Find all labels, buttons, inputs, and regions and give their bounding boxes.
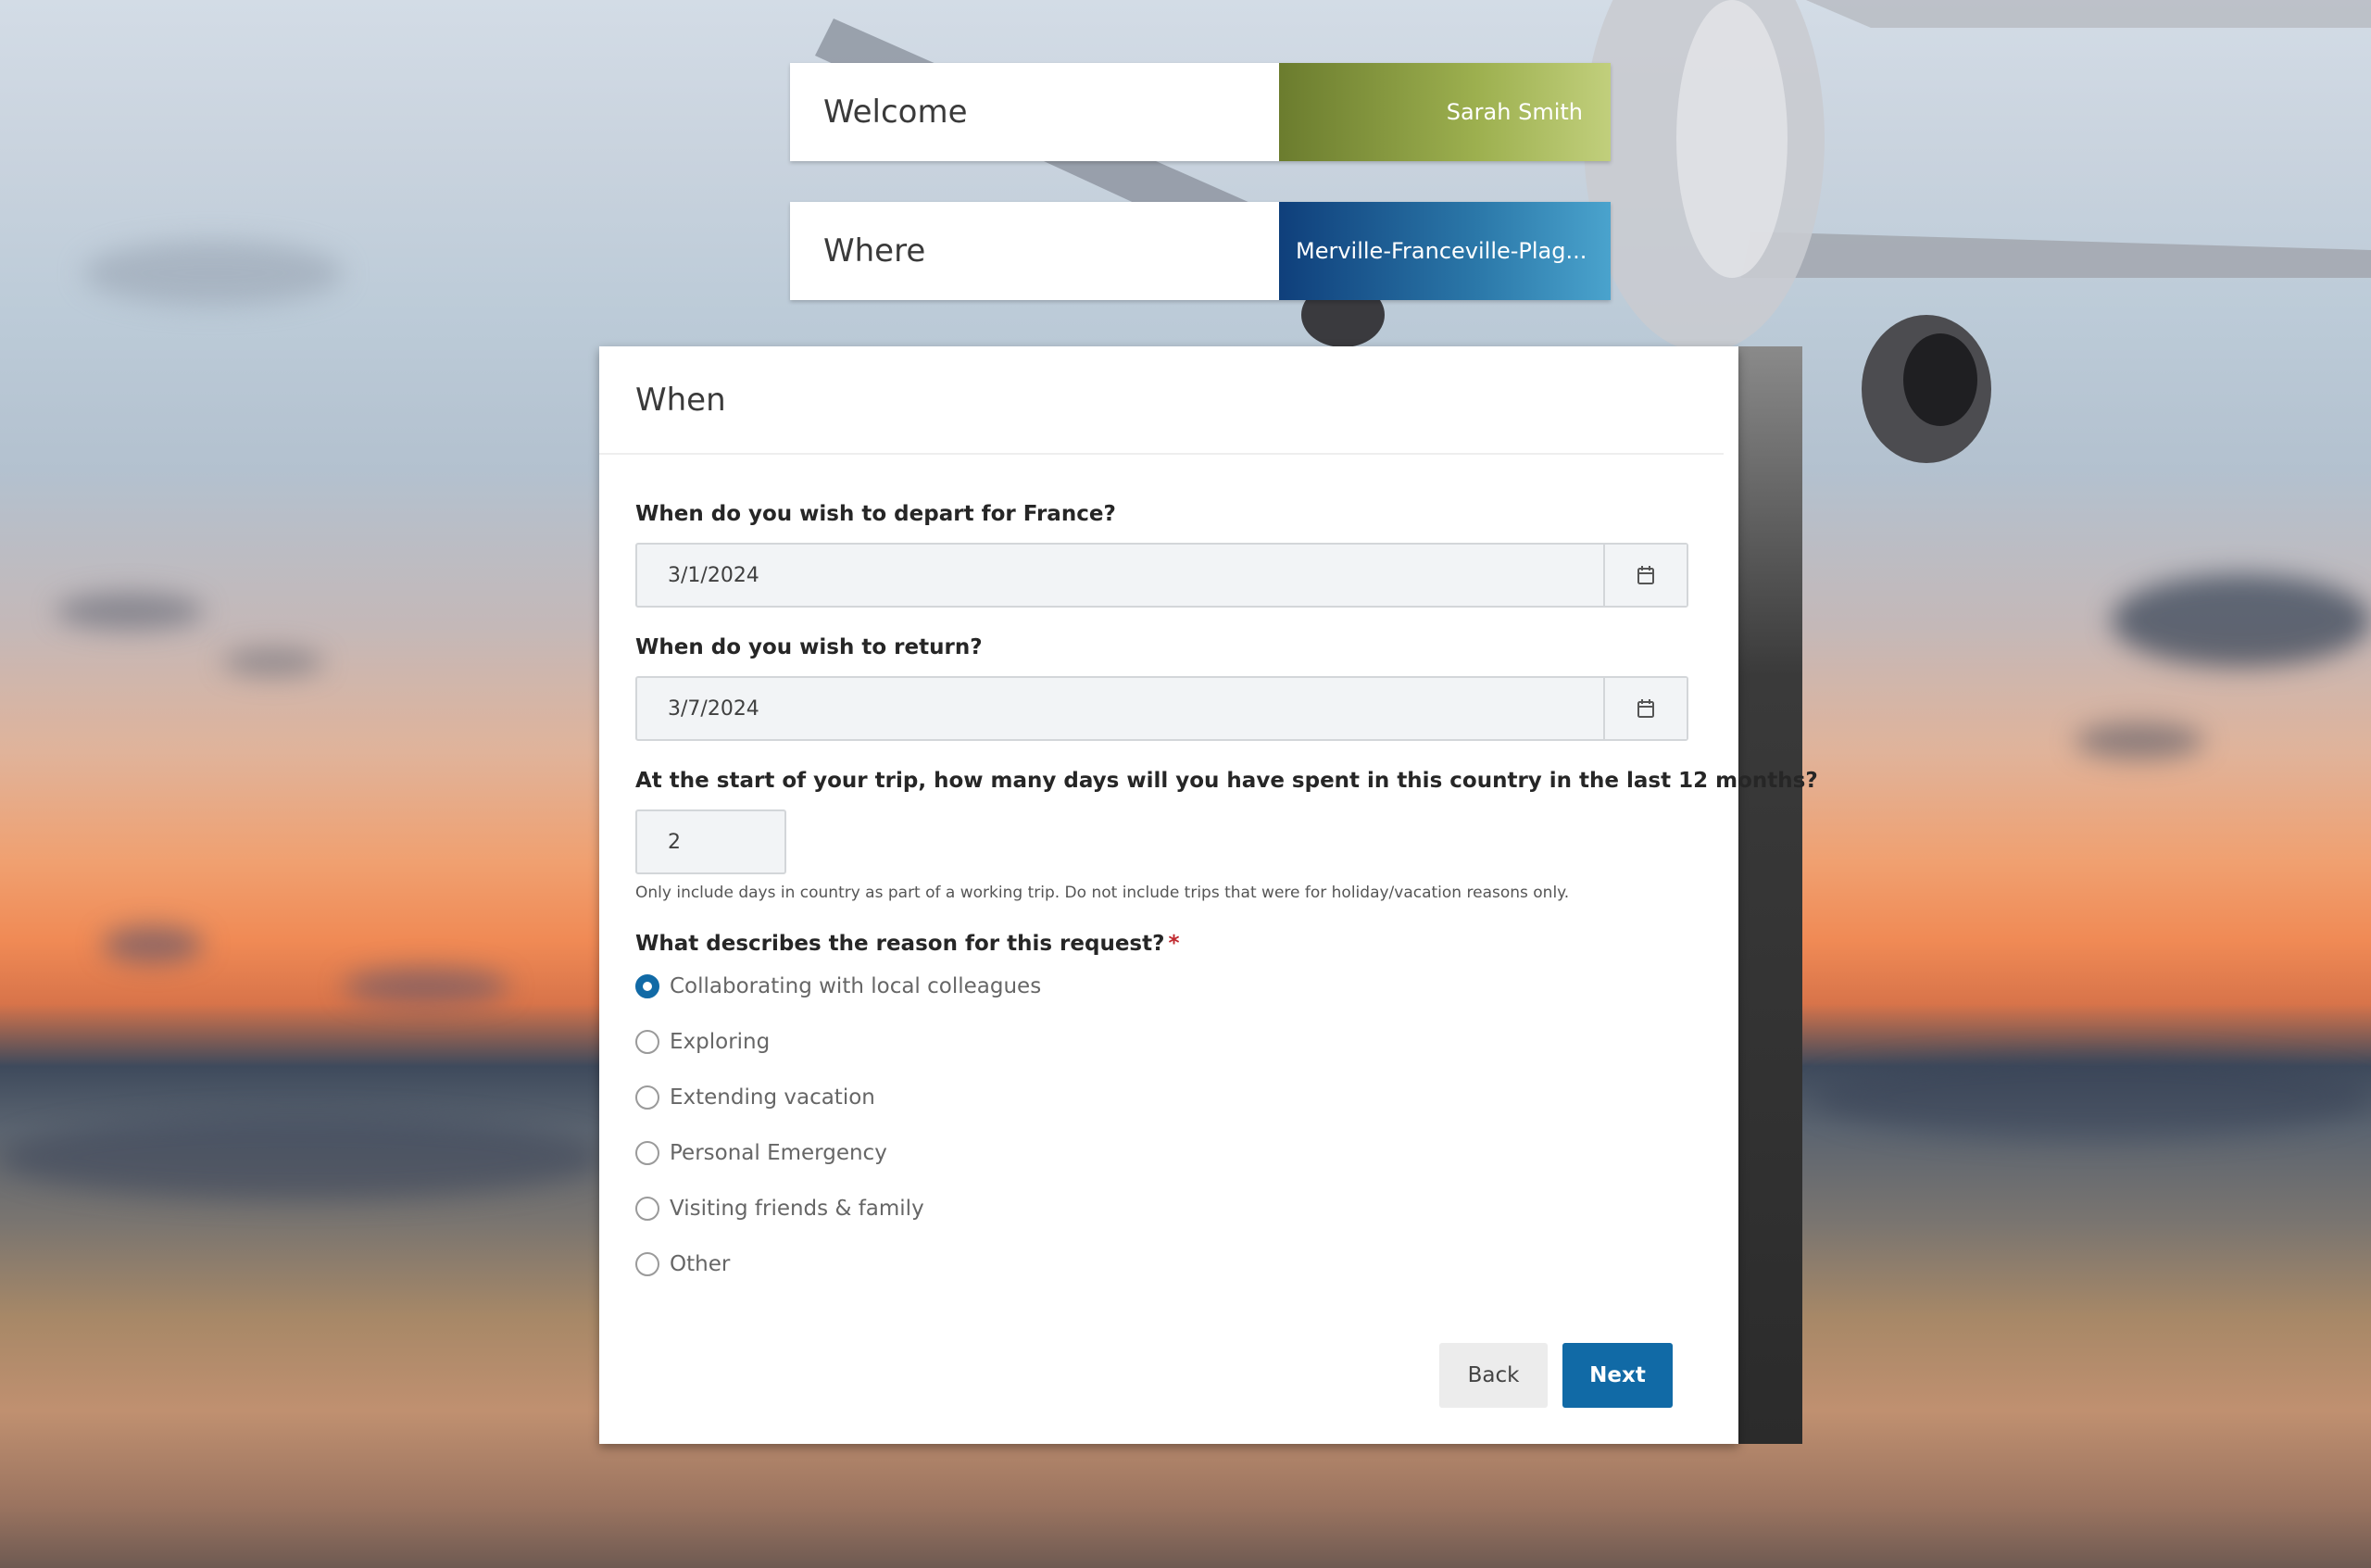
next-button[interactable]: Next — [1562, 1343, 1673, 1408]
days-input[interactable]: 2 — [635, 809, 786, 874]
reason-option[interactable]: Personal Emergency — [635, 1141, 887, 1165]
reason-option[interactable]: Collaborating with local colleagues — [635, 974, 1041, 998]
radio-unselected[interactable] — [635, 1030, 659, 1054]
reason-option[interactable]: Extending vacation — [635, 1085, 875, 1110]
depart-date-field[interactable]: 3/1/2024 — [635, 543, 1688, 608]
reason-question-text: What describes the reason for this reque… — [635, 932, 1165, 956]
reason-option-label: Collaborating with local colleagues — [670, 974, 1042, 998]
reason-option-label: Visiting friends & family — [670, 1197, 924, 1221]
reason-option-label: Personal Emergency — [670, 1141, 887, 1165]
reason-option-label: Extending vacation — [670, 1085, 875, 1110]
radio-unselected[interactable] — [635, 1197, 659, 1221]
depart-date-value[interactable]: 3/1/2024 — [637, 545, 1603, 606]
reason-question: What describes the reason for this reque… — [635, 932, 1180, 956]
card-side-shadow — [1738, 346, 1802, 1444]
reason-option-label: Exploring — [670, 1030, 771, 1054]
return-question: When do you wish to return? — [635, 635, 983, 659]
radio-selected[interactable] — [635, 974, 659, 998]
days-help-text: Only include days in country as part of … — [635, 884, 1570, 902]
days-question: At the start of your trip, how many days… — [635, 769, 1818, 793]
user-name: Sarah Smith — [1279, 63, 1611, 161]
radio-unselected[interactable] — [635, 1085, 659, 1110]
calendar-icon[interactable] — [1603, 678, 1687, 739]
reason-option[interactable]: Other — [635, 1252, 730, 1276]
when-card: When When do you wish to depart for Fran… — [599, 346, 1818, 1444]
return-date-value[interactable]: 3/7/2024 — [637, 678, 1603, 739]
calendar-icon[interactable] — [1603, 545, 1687, 606]
return-date-field[interactable]: 3/7/2024 — [635, 676, 1688, 741]
depart-question: When do you wish to depart for France? — [635, 502, 1116, 526]
card-divider — [599, 453, 1724, 455]
where-bar: Where Merville-Franceville-Plag... — [790, 202, 1611, 300]
destination-value: Merville-Franceville-Plag... — [1279, 202, 1611, 300]
radio-unselected[interactable] — [635, 1252, 659, 1276]
welcome-bar: Welcome Sarah Smith — [790, 63, 1611, 161]
reason-option[interactable]: Visiting friends & family — [635, 1197, 924, 1221]
reason-option[interactable]: Exploring — [635, 1030, 770, 1054]
radio-unselected[interactable] — [635, 1141, 659, 1165]
reason-option-label: Other — [670, 1252, 731, 1276]
welcome-label: Welcome — [790, 63, 1279, 161]
required-marker: * — [1168, 932, 1180, 956]
card-title: When — [635, 382, 726, 419]
where-label: Where — [790, 202, 1279, 300]
back-button[interactable]: Back — [1439, 1343, 1548, 1408]
